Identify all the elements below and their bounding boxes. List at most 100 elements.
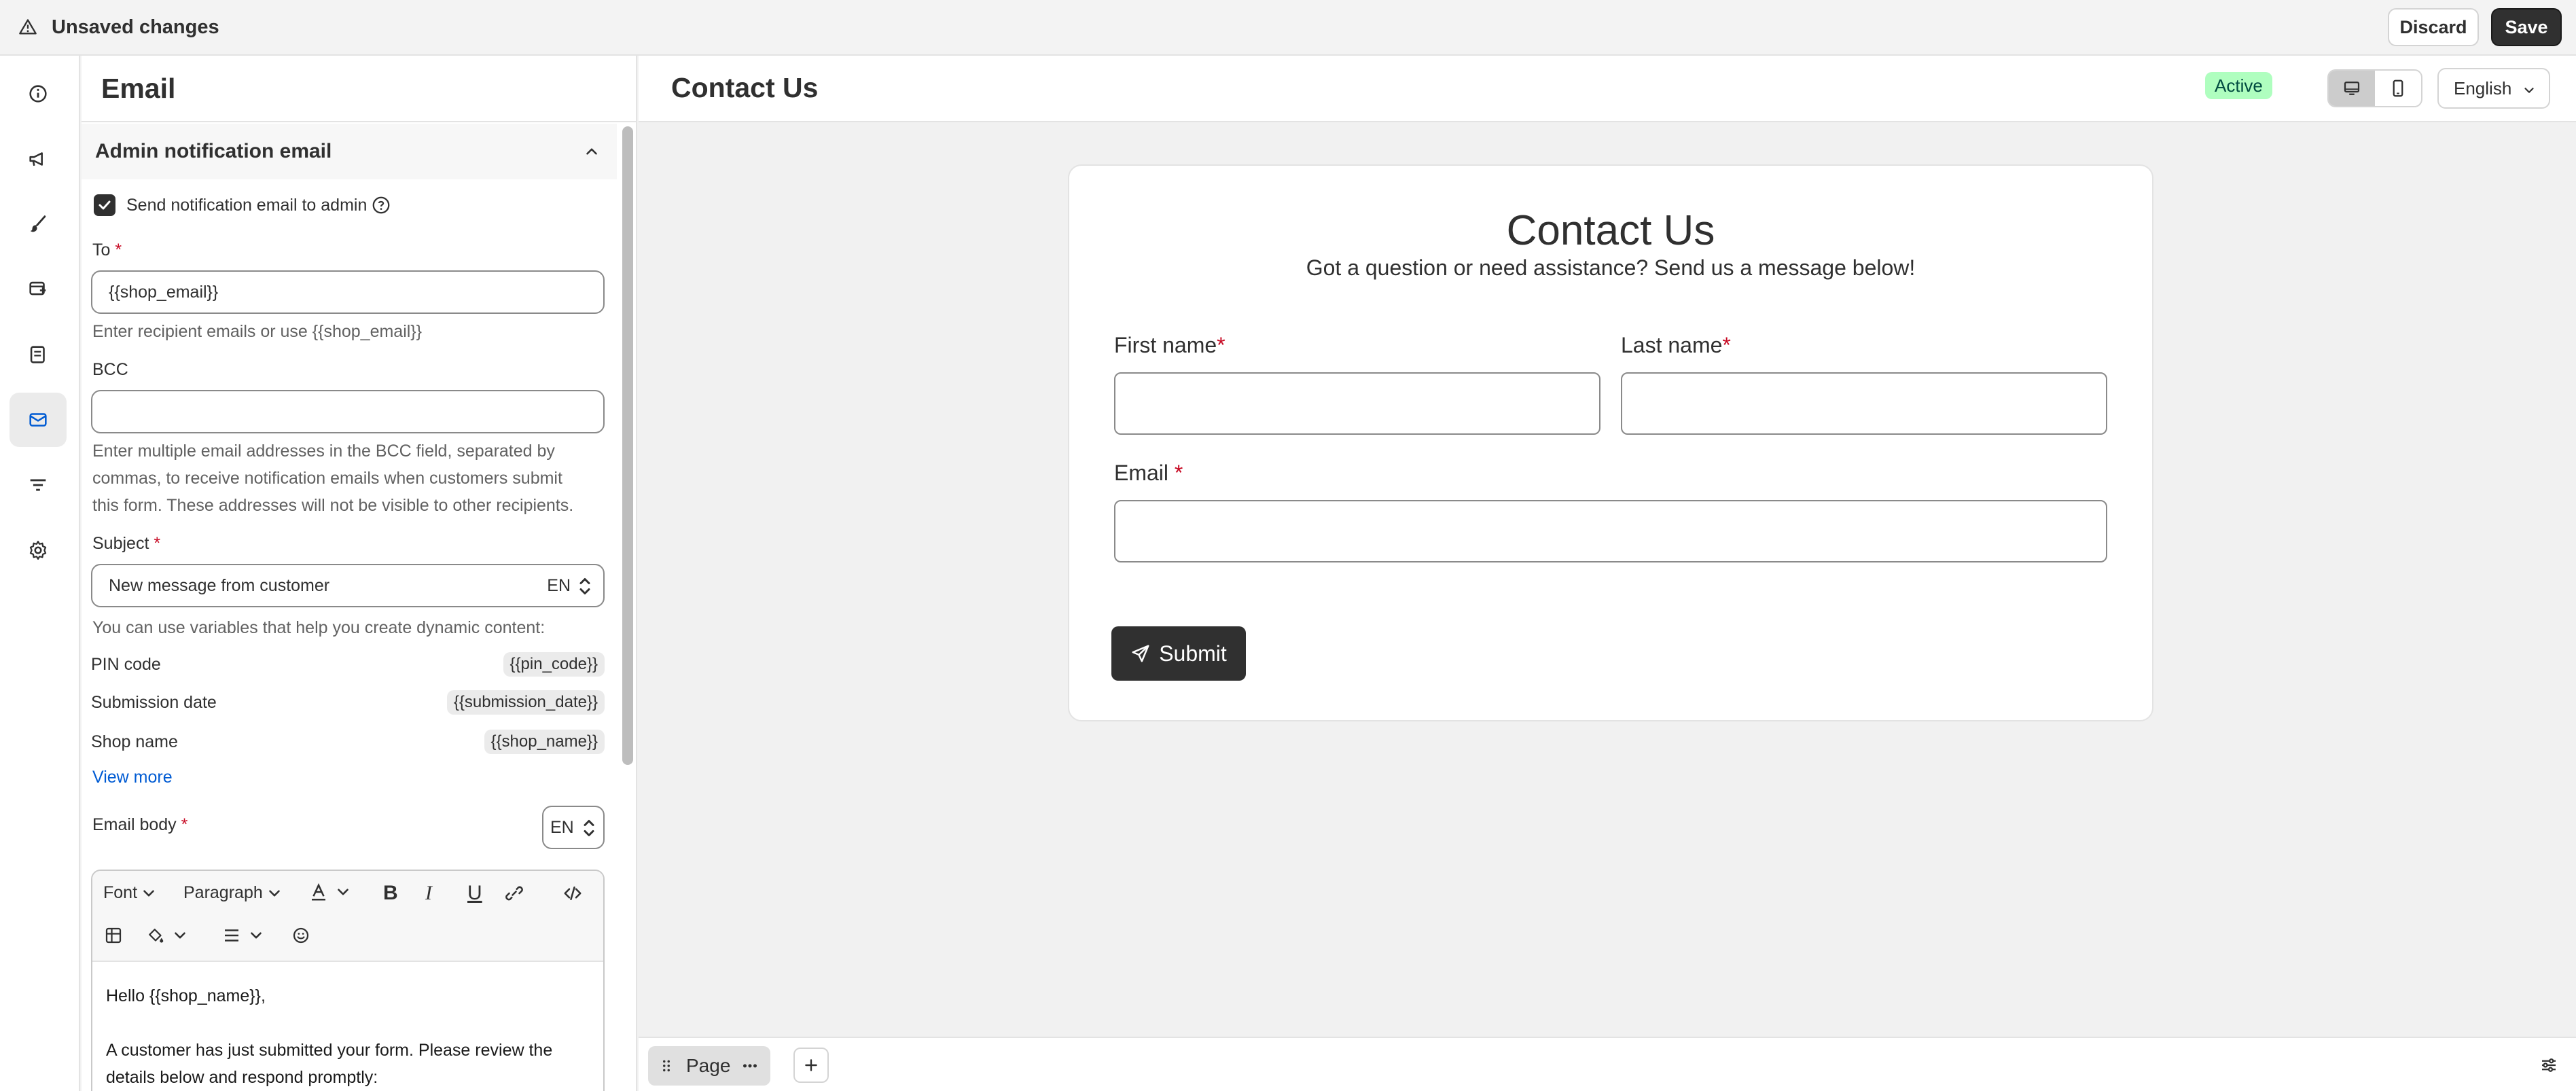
editor-toolbar: Font Paragraph B I U	[92, 871, 603, 962]
bcc-field[interactable]	[91, 390, 605, 433]
send-notification-label: Send notification email to admin	[126, 195, 368, 215]
text-color-button[interactable]	[308, 882, 352, 902]
discard-button[interactable]: Discard	[2388, 8, 2479, 46]
to-label: To *	[92, 240, 122, 260]
to-help-text: Enter recipient emails or use {{shop_ema…	[92, 322, 423, 341]
sliders-icon	[2542, 1058, 2556, 1072]
subject-value: New message from customer	[109, 575, 330, 595]
more-options-icon[interactable]	[740, 1056, 760, 1076]
bcc-help-line-3: this form. These addresses will not be v…	[92, 496, 574, 515]
variable-row: PIN code {{pin_code}}	[91, 651, 605, 678]
add-page-button[interactable]	[793, 1048, 829, 1083]
paragraph-dropdown-label: Paragraph	[183, 883, 263, 902]
submit-button[interactable]: Submit	[1111, 626, 1246, 681]
code-view-button[interactable]	[562, 883, 583, 904]
rail-item-settings[interactable]	[10, 523, 67, 577]
emoji-button[interactable]	[291, 925, 311, 946]
email-body-language-select[interactable]: EN	[542, 806, 605, 849]
required-mark: *	[154, 534, 161, 553]
chevron-down-icon	[175, 932, 185, 939]
subject-label-text: Subject	[92, 534, 149, 553]
chevron-down-icon	[338, 889, 348, 895]
desktop-icon	[2344, 82, 2360, 95]
font-dropdown[interactable]: Font	[103, 883, 158, 903]
editor-blank-line	[106, 1009, 590, 1037]
rail-item-design[interactable]	[10, 197, 67, 251]
rail-item-filter[interactable]	[10, 458, 67, 512]
view-more-link[interactable]: View more	[92, 768, 173, 787]
underline-icon: U	[467, 882, 482, 904]
desktop-view-button[interactable]	[2329, 71, 2375, 106]
send-notification-row: Send notification email to admin	[94, 194, 391, 216]
link-button[interactable]	[504, 883, 524, 904]
italic-button[interactable]: I	[425, 882, 432, 905]
paragraph-dropdown[interactable]: Paragraph	[183, 883, 283, 903]
required-mark: *	[1722, 333, 1731, 357]
rail-item-form[interactable]	[10, 327, 67, 382]
form-icon	[30, 346, 45, 363]
mobile-view-button[interactable]	[2375, 71, 2421, 106]
panel-scrollbar[interactable]	[622, 126, 633, 765]
filter-icon	[30, 479, 46, 491]
subject-label: Subject *	[92, 534, 160, 554]
save-button[interactable]: Save	[2491, 8, 2562, 46]
body-language-value: EN	[550, 817, 574, 837]
bcc-help-line-2: commas, to receive notification emails w…	[92, 469, 562, 488]
language-select[interactable]: English	[2437, 68, 2550, 109]
last-name-label: Last name*	[1621, 333, 1731, 358]
help-icon[interactable]	[371, 195, 391, 215]
underline-button[interactable]: U	[467, 882, 482, 905]
editor-content[interactable]: Hello {{shop_name}}, A customer has just…	[92, 962, 603, 1091]
check-icon	[99, 200, 111, 210]
panel-title: Email	[101, 72, 176, 104]
rail-item-email[interactable]	[10, 393, 67, 447]
page-tab-label: Page	[686, 1055, 731, 1076]
subject-language-select[interactable]: EN	[547, 576, 571, 596]
bold-icon: B	[383, 882, 398, 904]
table-button[interactable]	[103, 925, 124, 946]
last-name-label-text: Last name	[1621, 333, 1723, 357]
variable-label: Submission date	[91, 692, 217, 712]
layout-icon	[29, 281, 46, 296]
chevron-down-icon	[2524, 88, 2534, 93]
drag-handle-icon[interactable]	[658, 1057, 675, 1075]
rail-item-info[interactable]	[10, 67, 67, 121]
section-title: Admin notification email	[95, 140, 332, 162]
status-badge: Active	[2205, 72, 2272, 99]
email-body-label: Email body *	[92, 815, 187, 835]
icon-rail	[0, 56, 80, 1091]
paintbrush-icon	[30, 215, 46, 232]
required-mark: *	[1174, 461, 1183, 485]
send-notification-checkbox[interactable]	[94, 194, 115, 216]
first-name-label: First name*	[1114, 333, 1226, 358]
send-icon	[1132, 645, 1149, 662]
variable-tag[interactable]: {{submission_date}}	[446, 690, 605, 715]
align-button[interactable]	[221, 925, 265, 946]
email-body-editor: Font Paragraph B I U Hello {{shop_name}}…	[91, 870, 605, 1091]
admin-notification-section-toggle[interactable]: Admin notification email	[82, 124, 617, 179]
submit-label: Submit	[1159, 641, 1227, 666]
panel-header: Email	[82, 56, 636, 122]
table-icon	[105, 927, 122, 944]
to-label-text: To	[92, 240, 111, 260]
fill-color-button[interactable]	[145, 925, 189, 946]
page-tab[interactable]: Page	[648, 1046, 770, 1086]
bold-button[interactable]: B	[383, 882, 398, 905]
email-input[interactable]	[1114, 500, 2107, 562]
page-tabs-bar: Page	[639, 1037, 2576, 1091]
rail-item-announcements[interactable]	[10, 132, 67, 186]
last-name-input[interactable]	[1621, 372, 2107, 435]
variable-tag[interactable]: {{pin_code}}	[503, 652, 605, 677]
variable-tag[interactable]: {{shop_name}}	[484, 730, 605, 754]
unsaved-changes-title: Unsaved changes	[52, 16, 219, 38]
contact-form-card[interactable]: Contact Us Got a question or need assist…	[1068, 164, 2153, 721]
subject-field[interactable]: New message from customer EN	[91, 564, 605, 607]
plus-icon	[805, 1059, 817, 1071]
align-icon	[225, 929, 238, 942]
first-name-input[interactable]	[1114, 372, 1600, 435]
to-field[interactable]: {{shop_email}}	[91, 270, 605, 314]
settings-sliders-button[interactable]	[2531, 1048, 2566, 1083]
rail-item-layout[interactable]	[10, 262, 67, 317]
text-color-icon	[312, 883, 325, 901]
required-mark: *	[181, 815, 188, 834]
